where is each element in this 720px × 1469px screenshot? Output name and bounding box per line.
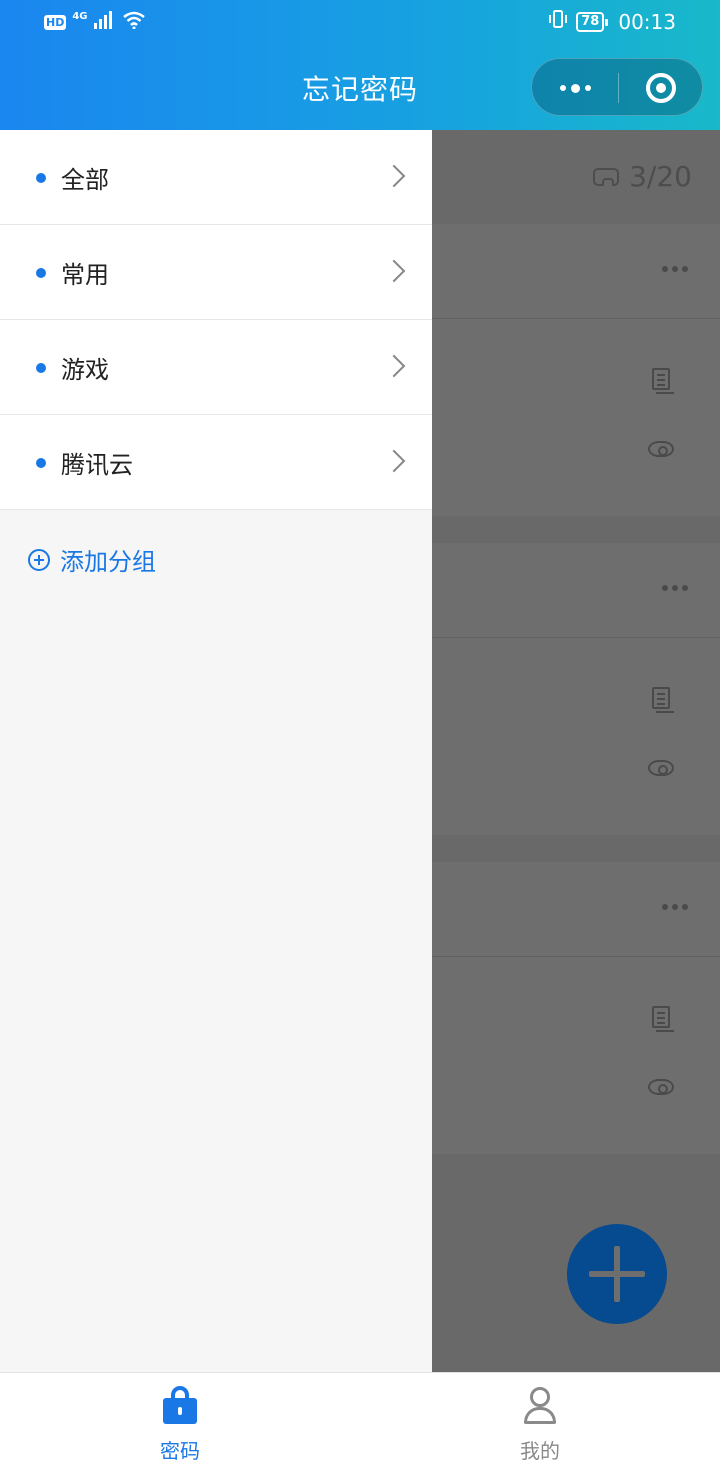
plus-circle-icon — [28, 548, 50, 571]
more-options-icon[interactable] — [662, 904, 688, 910]
close-miniprogram-button[interactable] — [618, 59, 704, 117]
more-options-icon[interactable] — [662, 585, 688, 591]
vr-mask-icon — [593, 167, 620, 186]
lock-icon — [163, 1386, 197, 1424]
app-header: HD 4G 78 00:13 忘记密码 — [0, 0, 720, 130]
more-dot-icon — [570, 83, 580, 93]
status-bar-right: 78 00:13 — [548, 9, 676, 34]
chevron-right-icon — [382, 354, 406, 378]
more-options-icon[interactable] — [662, 266, 688, 272]
network-type: 4G — [72, 10, 88, 22]
tab-mine[interactable]: 我的 — [360, 1373, 720, 1469]
hd-badge: HD — [44, 14, 67, 30]
bullet-icon — [36, 268, 46, 278]
card-header — [432, 543, 720, 638]
eye-icon[interactable] — [648, 760, 674, 776]
eye-icon[interactable] — [648, 441, 674, 457]
more-dot-icon — [559, 85, 566, 91]
more-button[interactable] — [532, 59, 618, 117]
card-header — [432, 224, 720, 319]
tab-label: 密码 — [160, 1439, 200, 1463]
password-card — [432, 224, 720, 516]
signal-icon — [93, 10, 116, 34]
bullet-icon — [36, 458, 46, 468]
group-item-tencent-cloud[interactable]: 腾讯云 — [0, 415, 432, 510]
copy-icon[interactable] — [652, 687, 674, 713]
group-label: 常用 — [61, 261, 109, 289]
card-header — [432, 862, 720, 957]
tab-label: 我的 — [520, 1439, 560, 1463]
group-label: 游戏 — [61, 356, 109, 384]
chevron-right-icon — [382, 449, 406, 473]
status-bar: HD 4G 78 00:13 — [0, 0, 720, 44]
bullet-icon — [36, 173, 46, 183]
target-icon — [646, 73, 676, 103]
eye-icon[interactable] — [648, 1079, 674, 1095]
add-group-button[interactable]: 添加分组 — [28, 542, 156, 577]
person-icon — [523, 1387, 557, 1425]
copy-icon[interactable] — [652, 1006, 674, 1032]
tab-bar: 密码 我的 — [0, 1372, 720, 1469]
group-drawer: 全部 常用 游戏 腾讯云 添加分组 — [0, 130, 432, 1372]
wifi-icon — [122, 10, 146, 34]
add-group-label: 添加分组 — [60, 548, 156, 576]
vibrate-icon — [548, 9, 568, 34]
password-card — [432, 862, 720, 1154]
bullet-icon — [36, 363, 46, 373]
chevron-right-icon — [382, 164, 406, 188]
add-password-button[interactable] — [567, 1224, 667, 1324]
quota-text: 3/20 — [629, 160, 692, 193]
group-item-common[interactable]: 常用 — [0, 225, 432, 320]
group-label: 腾讯云 — [61, 451, 133, 479]
quota-indicator: 3/20 — [593, 160, 692, 193]
status-bar-left: HD 4G — [44, 10, 146, 34]
password-card — [432, 543, 720, 835]
miniprogram-capsule — [531, 58, 703, 116]
tab-passwords[interactable]: 密码 — [0, 1373, 360, 1469]
battery-indicator: 78 — [576, 11, 609, 32]
copy-icon[interactable] — [652, 368, 674, 394]
group-item-all[interactable]: 全部 — [0, 130, 432, 225]
clock: 00:13 — [618, 9, 676, 34]
more-dot-icon — [584, 85, 591, 91]
group-item-games[interactable]: 游戏 — [0, 320, 432, 415]
chevron-right-icon — [382, 259, 406, 283]
dimmed-overlay[interactable]: 3/20 — [432, 130, 720, 1372]
group-label: 全部 — [61, 166, 109, 194]
